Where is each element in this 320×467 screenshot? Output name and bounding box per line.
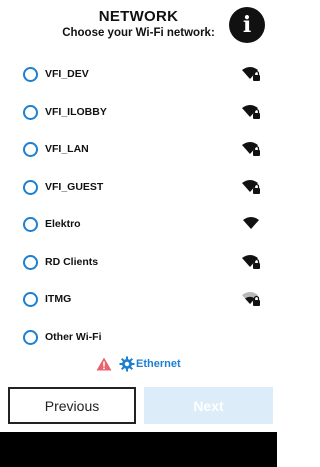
network-item[interactable]: VFI_LAN bbox=[0, 130, 277, 168]
network-name: ITMG bbox=[45, 293, 72, 305]
network-item[interactable]: Elektro bbox=[0, 205, 277, 243]
network-name: Elektro bbox=[45, 218, 81, 230]
header: NETWORK Choose your Wi-Fi network: i bbox=[0, 0, 277, 52]
radio-button[interactable] bbox=[23, 142, 38, 157]
wifi-icon bbox=[243, 217, 259, 229]
network-item-other[interactable]: Other Wi-Fi bbox=[0, 318, 277, 356]
ethernet-row[interactable]: Ethernet bbox=[0, 355, 277, 375]
network-item[interactable]: ITMG bbox=[0, 280, 277, 318]
radio-button[interactable] bbox=[23, 329, 38, 345]
network-item[interactable]: VFI_GUEST bbox=[0, 168, 277, 206]
wifi-locked-icon bbox=[242, 104, 260, 119]
gear-icon[interactable] bbox=[119, 356, 135, 372]
network-item[interactable]: VFI_DEV bbox=[0, 55, 277, 93]
next-button[interactable]: Next bbox=[144, 387, 273, 424]
network-name: Other Wi-Fi bbox=[45, 330, 102, 343]
network-item[interactable]: VFI_ILOBBY bbox=[0, 93, 277, 131]
radio-button[interactable] bbox=[23, 254, 38, 270]
warning-triangle-icon bbox=[96, 357, 112, 371]
ethernet-label[interactable]: Ethernet bbox=[136, 358, 181, 370]
wifi-locked-icon bbox=[242, 254, 260, 269]
bottom-bar bbox=[0, 432, 277, 467]
radio-button[interactable] bbox=[23, 217, 38, 232]
network-name: VFI_GUEST bbox=[45, 180, 104, 193]
previous-button[interactable]: Previous bbox=[8, 387, 136, 424]
radio-button[interactable] bbox=[23, 67, 38, 82]
info-icon[interactable]: i bbox=[229, 7, 265, 43]
radio-button[interactable] bbox=[23, 179, 38, 195]
wifi-locked-icon bbox=[242, 179, 260, 194]
network-list: VFI_DEV VFI_ILOBBY VFI_LAN VFI_GUEST Ele… bbox=[0, 55, 277, 355]
network-item[interactable]: RD Clients bbox=[0, 243, 277, 281]
wifi-weak-locked-icon bbox=[242, 292, 260, 306]
network-name: VFI_ILOBBY bbox=[45, 105, 107, 118]
network-name: VFI_DEV bbox=[45, 68, 89, 80]
radio-button[interactable] bbox=[23, 104, 38, 120]
network-name: RD Clients bbox=[45, 255, 99, 268]
network-name: VFI_LAN bbox=[45, 143, 89, 155]
wifi-locked-icon bbox=[242, 142, 260, 156]
wifi-locked-icon bbox=[242, 67, 260, 81]
radio-button[interactable] bbox=[23, 292, 38, 307]
